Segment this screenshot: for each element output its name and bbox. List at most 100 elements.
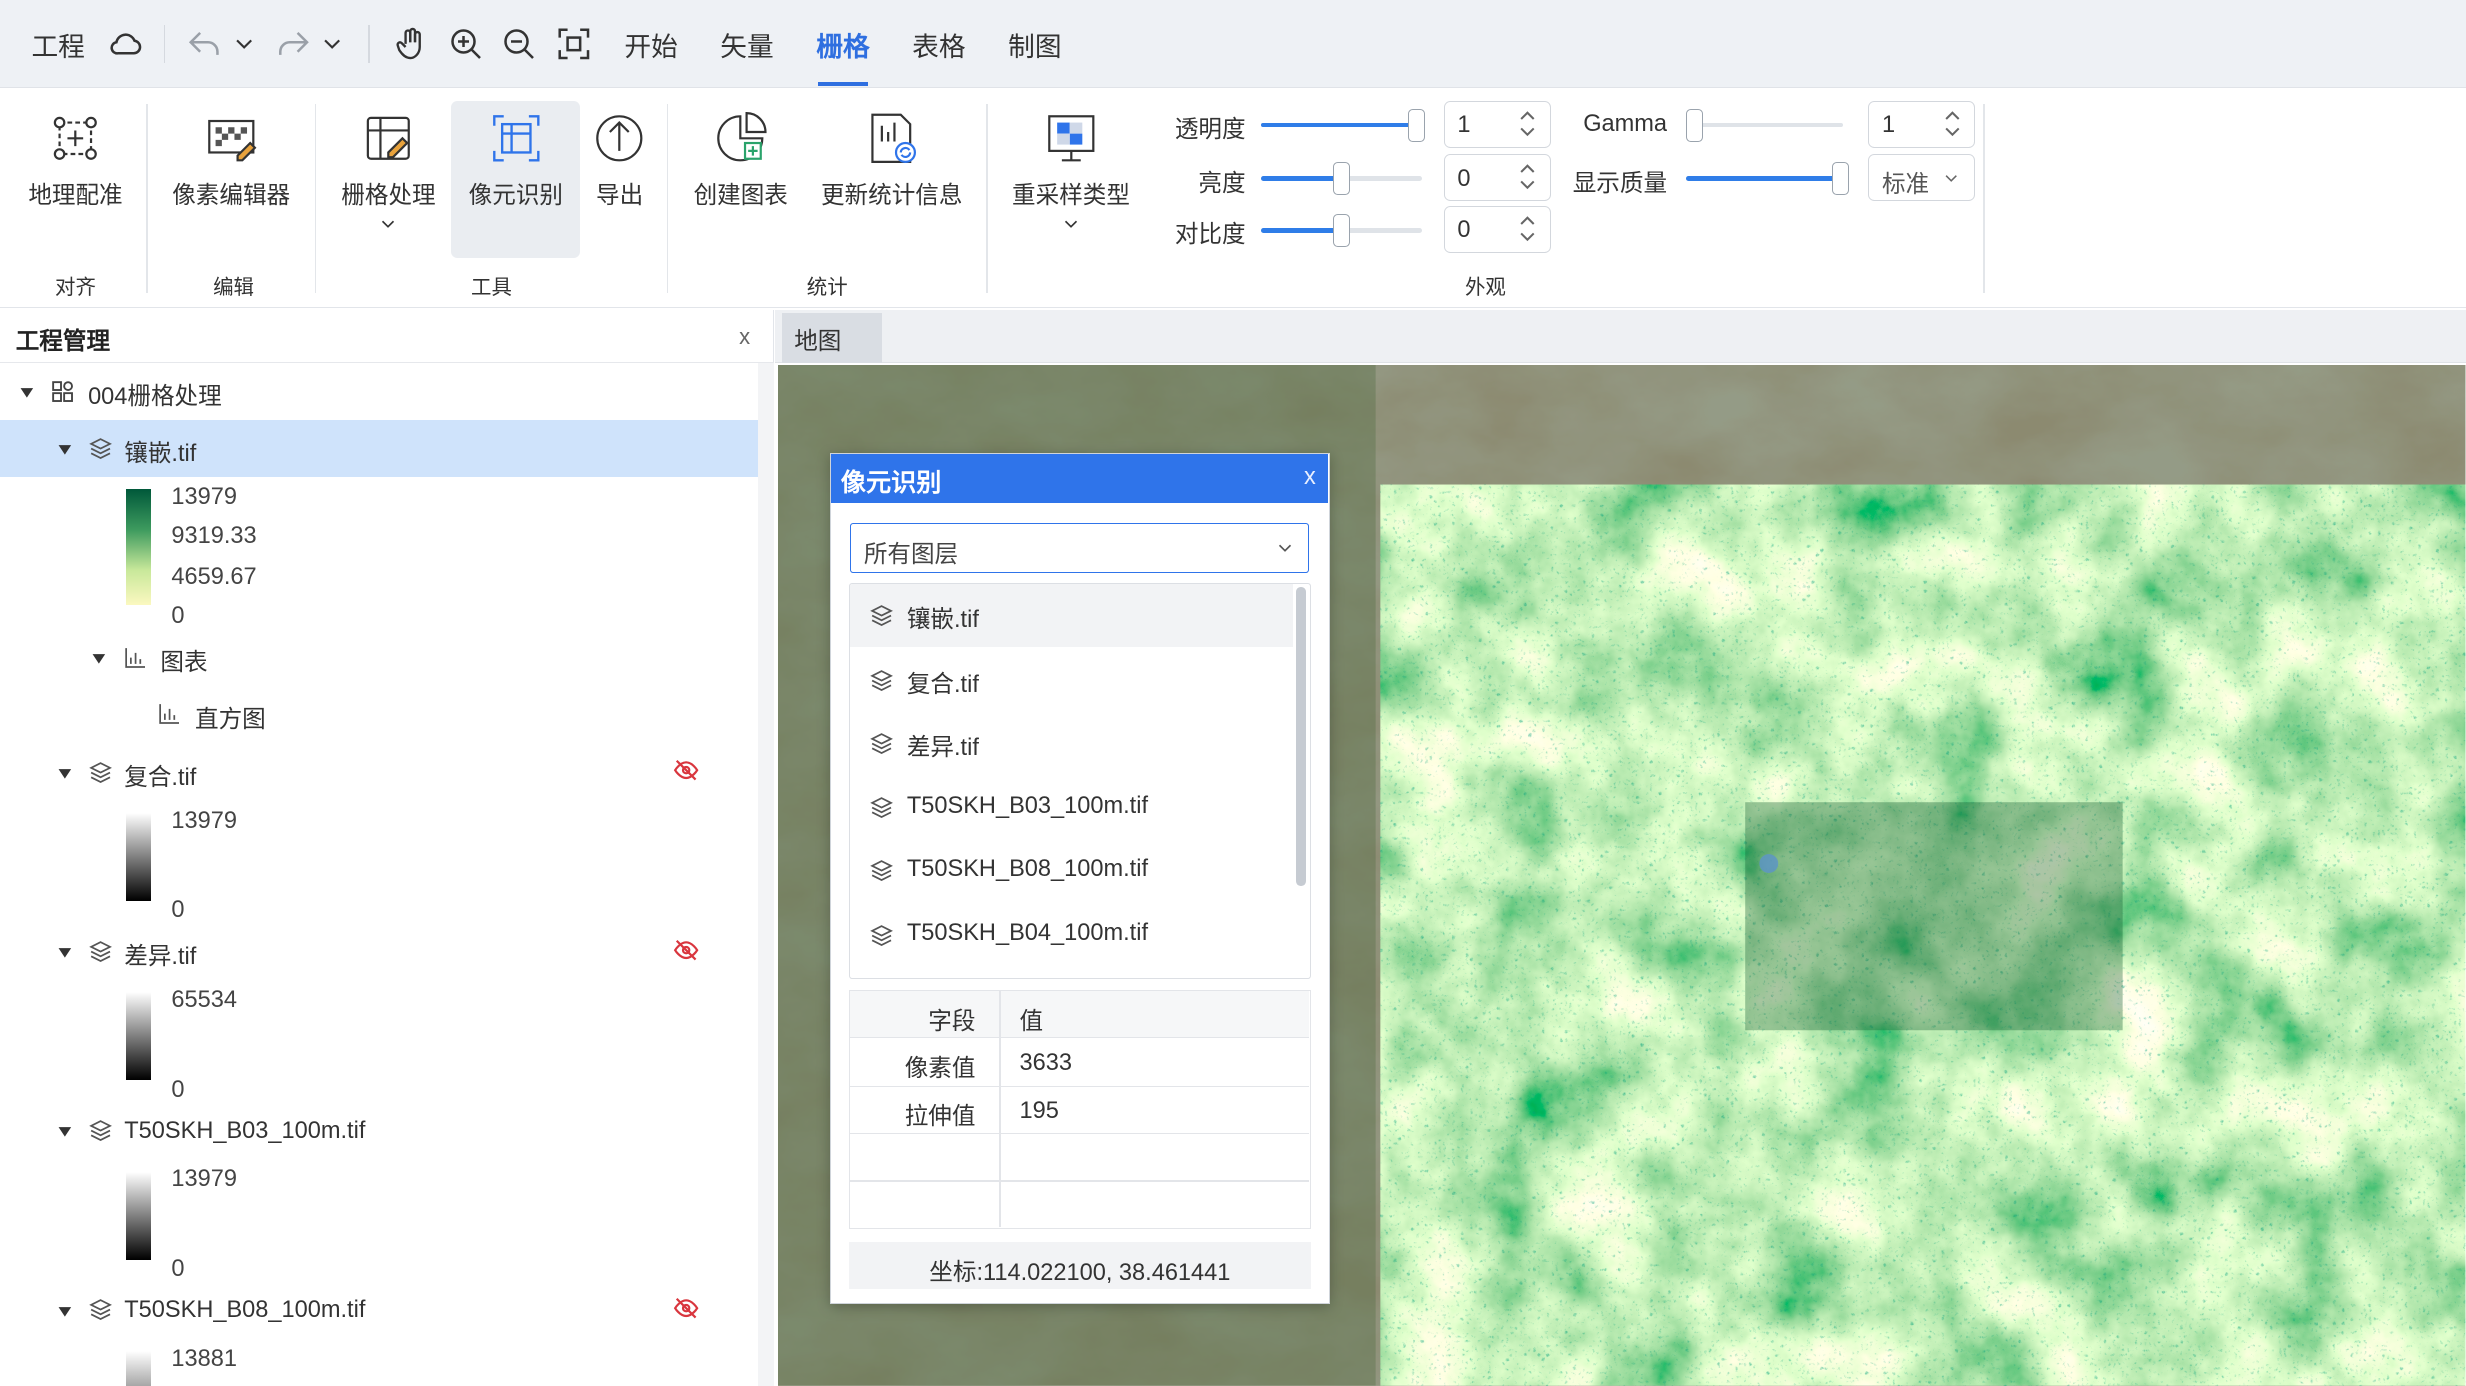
visibility-hidden-icon[interactable]	[672, 756, 700, 784]
histogram-icon	[159, 704, 180, 725]
undo-icon[interactable]	[186, 25, 224, 63]
dialog-close-button[interactable]: x	[1304, 463, 1316, 490]
map-tab[interactable]: 地图	[781, 312, 883, 364]
chevron-down-icon	[1003, 213, 1138, 241]
chevron-down-icon	[330, 213, 446, 241]
contrast-slider[interactable]	[1261, 213, 1422, 247]
layer-node-difference[interactable]: 差异.tif	[124, 937, 196, 971]
chart-node[interactable]: 图表	[160, 643, 207, 677]
layer-stack-icon	[89, 941, 113, 962]
full-extent-icon[interactable]	[555, 25, 593, 63]
zoom-out-icon[interactable]	[500, 25, 538, 63]
menu-project[interactable]: 工程	[31, 25, 84, 64]
gamma-input[interactable]: 1	[1868, 100, 1976, 148]
expand-caret-icon[interactable]	[19, 385, 35, 401]
spinner-arrows-icon[interactable]	[1943, 108, 1962, 139]
pan-hand-icon[interactable]	[393, 25, 431, 63]
legend-color-ramp	[125, 489, 151, 606]
expand-caret-icon[interactable]	[91, 651, 107, 667]
list-item[interactable]: 差异.tif	[850, 710, 1294, 773]
export-label: 导出	[596, 182, 644, 209]
spinner-arrows-icon[interactable]	[1518, 213, 1537, 244]
spinner-arrows-icon[interactable]	[1518, 161, 1537, 192]
spinner-arrows-icon[interactable]	[1518, 108, 1537, 139]
menu-tab-table[interactable]: 表格	[912, 25, 965, 64]
slider-handle[interactable]	[1332, 161, 1351, 195]
pixel-identify-label: 像元识别	[468, 182, 563, 209]
update-statistics-button[interactable]: 更新统计信息	[815, 110, 969, 210]
layer-node-b03[interactable]: T50SKH_B03_100m.tif	[124, 1117, 365, 1144]
menu-tab-vector[interactable]: 矢量	[720, 25, 773, 64]
georeference-icon	[47, 110, 104, 167]
coordinate-label: 坐标:	[929, 1258, 984, 1285]
divider	[368, 25, 370, 63]
transparency-slider[interactable]	[1261, 108, 1425, 142]
group-label-edit: 编辑	[213, 276, 254, 300]
layer-node-mosaic[interactable]: 镶嵌.tif	[124, 434, 196, 468]
expand-caret-icon[interactable]	[57, 766, 73, 782]
menu-tab-map-layout[interactable]: 制图	[1008, 25, 1061, 64]
expand-caret-icon[interactable]	[57, 1304, 73, 1320]
pixel-identify-icon	[488, 110, 545, 167]
pixel-identify-button[interactable]: 像元识别	[456, 110, 576, 210]
panel-close-button[interactable]: x	[739, 324, 750, 350]
brightness-slider[interactable]	[1261, 161, 1422, 195]
map-tab-bar	[775, 309, 2466, 364]
darker-tile-region	[1745, 802, 2124, 1031]
project-root-node[interactable]: 004栅格处理	[88, 377, 222, 411]
gamma-slider[interactable]	[1685, 108, 1844, 142]
expand-caret-icon[interactable]	[57, 442, 73, 458]
legend-value: 4659.67	[171, 563, 257, 590]
undo-dropdown-chevron-icon[interactable]	[230, 25, 258, 63]
expand-caret-icon[interactable]	[57, 945, 73, 961]
menu-tab-raster[interactable]: 栅格	[816, 25, 869, 64]
slider-handle[interactable]	[1832, 161, 1850, 195]
divider	[163, 25, 166, 63]
layer-node-composite[interactable]: 复合.tif	[124, 758, 196, 792]
list-item[interactable]: T50SKH_B03_100m.tif	[850, 775, 1294, 838]
slider-handle[interactable]	[1332, 213, 1351, 247]
list-scrollbar[interactable]	[1296, 587, 1306, 886]
pixel-editor-button[interactable]: 像素编辑器	[164, 110, 299, 210]
group-label-align: 对齐	[55, 276, 96, 300]
expand-caret-icon[interactable]	[57, 1124, 73, 1140]
transparency-input[interactable]: 1	[1443, 100, 1551, 148]
ribbon-toolbar: 地理配准 像素编辑器 栅格处理 像元识别 导出 创建图表 更新统计信息 重采样类…	[0, 88, 2466, 309]
zoom-in-icon[interactable]	[447, 25, 485, 63]
redo-icon[interactable]	[274, 25, 312, 63]
visibility-hidden-icon[interactable]	[672, 936, 700, 964]
layer-node-b08[interactable]: T50SKH_B08_100m.tif	[124, 1296, 365, 1323]
create-chart-button[interactable]: 创建图表	[686, 110, 796, 210]
redo-dropdown-chevron-icon[interactable]	[318, 25, 346, 63]
group-divider	[666, 103, 669, 293]
list-item[interactable]: 镶嵌.tif	[850, 583, 1294, 646]
layer-stack-icon	[89, 761, 113, 783]
display-quality-slider[interactable]	[1685, 161, 1850, 195]
slider-handle[interactable]	[1685, 108, 1704, 142]
slider-handle[interactable]	[1407, 108, 1425, 142]
group-label-appearance: 外观	[1464, 276, 1506, 300]
display-quality-label: 显示质量	[1572, 169, 1668, 196]
brightness-input[interactable]: 0	[1443, 154, 1551, 202]
contrast-input[interactable]: 0	[1443, 206, 1551, 254]
legend-gray-ramp	[125, 1350, 151, 1386]
cloud-icon[interactable]	[107, 25, 145, 63]
display-quality-select[interactable]: 标准	[1868, 154, 1976, 202]
list-item[interactable]: T50SKH_B08_100m.tif	[850, 838, 1294, 901]
list-item[interactable]: 复合.tif	[850, 647, 1294, 710]
group-divider	[1983, 103, 1985, 293]
legend-min: 0	[171, 1255, 185, 1281]
list-item[interactable]: T50SKH_B04_100m.tif	[850, 902, 1294, 965]
histogram-node[interactable]: 直方图	[195, 700, 266, 734]
display-quality-value: 标准	[1881, 170, 1930, 197]
layer-stack-icon	[870, 860, 894, 882]
export-button[interactable]: 导出	[585, 110, 654, 210]
menu-tab-start[interactable]: 开始	[624, 25, 677, 64]
project-icon	[52, 381, 74, 402]
resample-type-button[interactable]: 重采样类型	[1003, 110, 1138, 241]
visibility-hidden-icon[interactable]	[672, 1294, 700, 1322]
layer-select-dropdown[interactable]: 所有图层	[850, 523, 1310, 574]
raster-processing-button[interactable]: 栅格处理	[330, 110, 446, 241]
georeference-button[interactable]: 地理配准	[16, 110, 136, 210]
panel-scrollbar[interactable]	[758, 363, 774, 1386]
